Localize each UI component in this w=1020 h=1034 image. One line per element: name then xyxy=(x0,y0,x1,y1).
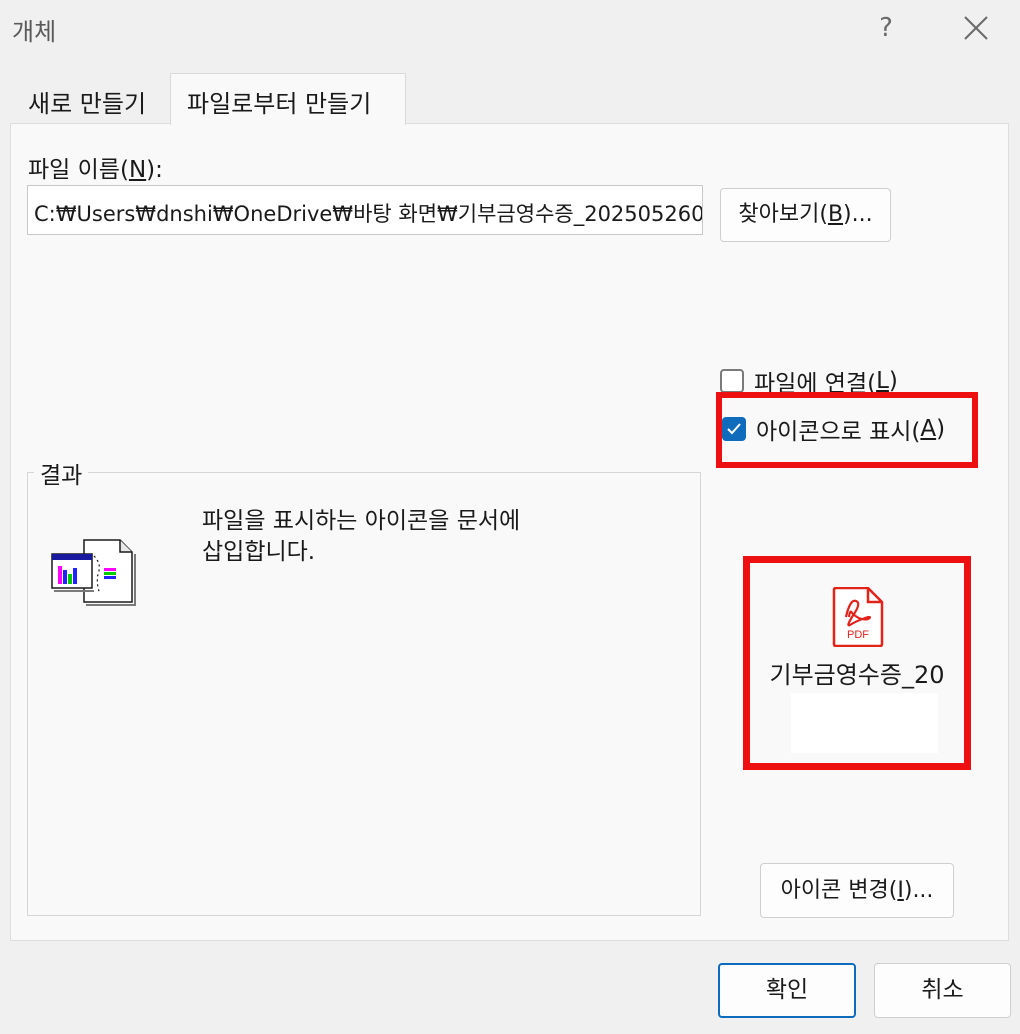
browse-button-suffix: )... xyxy=(843,202,873,227)
highlight-box-display-option xyxy=(716,392,978,468)
filename-input[interactable]: C:₩Users₩dnshi₩OneDrive₩바탕 화면₩기부금영수증_202… xyxy=(27,185,703,235)
tab-create-new[interactable]: 새로 만들기 xyxy=(10,76,170,124)
change-icon-button[interactable]: 아이콘 변경(I)... xyxy=(760,863,954,918)
embed-document-icon xyxy=(50,538,136,610)
result-description-line2: 삽입합니다. xyxy=(202,539,316,565)
browse-button-text: 찾아보기( xyxy=(738,202,828,227)
link-to-file-mnemonic: L xyxy=(876,368,889,394)
close-icon xyxy=(964,16,988,40)
pdf-badge-text: PDF xyxy=(847,629,869,641)
browse-button[interactable]: 찾아보기(B)... xyxy=(720,188,891,242)
result-description-line1: 파일을 표시하는 아이콘을 문서에 xyxy=(202,508,521,534)
link-to-file-checkbox[interactable] xyxy=(720,369,744,393)
filename-label-mnemonic: N xyxy=(128,157,147,183)
caption-blank-area xyxy=(791,693,938,753)
browse-button-mnemonic: B xyxy=(827,202,844,227)
ok-button[interactable]: 확인 xyxy=(718,963,856,1018)
object-dialog: 개체 ? 새로 만들기 파일로부터 만들기 파일 이름(N): C:₩Users… xyxy=(0,0,1020,1034)
dialog-title: 개체 xyxy=(12,18,57,46)
close-button[interactable] xyxy=(954,8,998,48)
icon-caption: 기부금영수증_20 xyxy=(769,661,945,689)
result-description: 파일을 표시하는 아이콘을 문서에 삽입합니다. xyxy=(202,506,622,568)
help-button[interactable]: ? xyxy=(866,8,906,48)
filename-label: 파일 이름(N): xyxy=(28,150,163,184)
change-icon-text: 아이콘 변경( xyxy=(780,878,898,903)
tab-create-from-file[interactable]: 파일로부터 만들기 xyxy=(170,73,406,125)
pdf-file-icon: PDF xyxy=(832,586,884,651)
filename-label-text: 파일 이름( xyxy=(28,157,129,183)
link-to-file-suffix: ) xyxy=(888,368,898,394)
result-legend: 결과 xyxy=(34,456,89,490)
change-icon-suffix: )... xyxy=(903,878,934,903)
cancel-button[interactable]: 취소 xyxy=(874,963,1011,1018)
filename-label-suffix: ): xyxy=(146,157,163,183)
title-bar: 개체 ? xyxy=(0,0,1020,56)
